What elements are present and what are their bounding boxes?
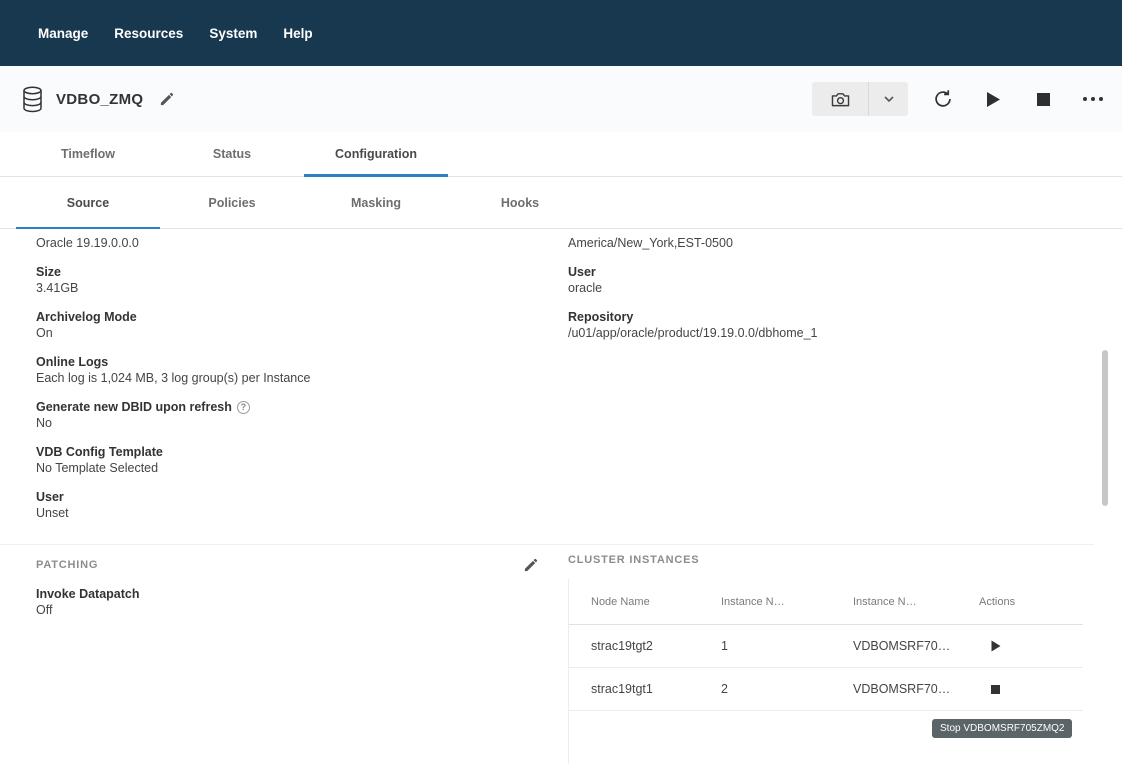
cell-node-name: strac19tgt2 [591, 639, 721, 653]
stop-icon[interactable] [1028, 84, 1058, 114]
title-group: VDBO_ZMQ [20, 84, 177, 114]
tab-policies[interactable]: Policies [160, 177, 304, 228]
stop-instance-tooltip: Stop VDBOMSRF705ZMQ2 [932, 719, 1072, 738]
tab-masking[interactable]: Masking [304, 177, 448, 228]
stop-instance-icon[interactable] [991, 685, 1084, 694]
source-details-right: America/New_York,EST-0500 User oracle Re… [568, 235, 1083, 354]
table-row: strac19tgt2 1 VDBOMSRF70… [569, 625, 1083, 668]
section-divider [0, 544, 1094, 545]
cell-node-name: strac19tgt1 [591, 682, 721, 696]
patching-section: PATCHING Invoke Datapatch Off [36, 554, 541, 631]
cluster-instances-title: CLUSTER INSTANCES [568, 554, 699, 566]
nav-item-manage[interactable]: Manage [38, 26, 88, 41]
tab-source[interactable]: Source [16, 177, 160, 228]
start-icon[interactable] [978, 84, 1008, 114]
database-version-value: Oracle 19.19.0.0.0 [36, 235, 541, 251]
snapshot-split-button[interactable] [812, 82, 908, 116]
col-header-actions: Actions [979, 596, 1084, 608]
field-user-left: User Unset [36, 489, 541, 521]
nav-item-system[interactable]: System [209, 26, 257, 41]
primary-tabs: Timeflow Status Configuration [0, 132, 1122, 177]
edit-patching-icon[interactable] [519, 554, 541, 576]
page-title: VDBO_ZMQ [56, 91, 143, 108]
table-row: strac19tgt1 2 VDBOMSRF70… [569, 668, 1083, 711]
chevron-down-icon[interactable] [868, 82, 908, 116]
field-generate-dbid: Generate new DBID upon refresh? No [36, 399, 541, 431]
tab-timeflow[interactable]: Timeflow [16, 132, 160, 176]
start-instance-icon[interactable] [991, 640, 1084, 652]
scrollbar-thumb[interactable] [1102, 350, 1108, 506]
nav-item-resources[interactable]: Resources [114, 26, 183, 41]
cell-instance-number: 2 [721, 682, 853, 696]
field-repository: Repository /u01/app/oracle/product/19.19… [568, 309, 1083, 341]
camera-icon[interactable] [812, 82, 868, 116]
cell-instance-number: 1 [721, 639, 853, 653]
col-header-instance-name: Instance N… [853, 596, 979, 608]
col-header-node-name: Node Name [591, 596, 721, 608]
edit-title-icon[interactable] [155, 84, 177, 114]
patching-section-title: PATCHING [36, 559, 98, 571]
timezone-value: America/New_York,EST-0500 [568, 235, 1083, 251]
refresh-icon[interactable] [928, 84, 958, 114]
field-user-right: User oracle [568, 264, 1083, 296]
cell-instance-name: VDBOMSRF70… [853, 682, 979, 696]
field-archivelog-mode: Archivelog Mode On [36, 309, 541, 341]
col-header-instance-number: Instance N… [721, 596, 853, 608]
field-size: Size 3.41GB [36, 264, 541, 296]
help-icon[interactable]: ? [237, 401, 250, 414]
secondary-tabs: Source Policies Masking Hooks [0, 177, 1122, 229]
cell-instance-name: VDBOMSRF70… [853, 639, 979, 653]
tab-configuration[interactable]: Configuration [304, 132, 448, 176]
field-invoke-datapatch: Invoke Datapatch Off [36, 586, 541, 618]
top-navbar: Manage Resources System Help [0, 0, 1122, 66]
source-details-left: Oracle 19.19.0.0.0 Size 3.41GB Archivelo… [36, 235, 541, 534]
tab-status[interactable]: Status [160, 132, 304, 176]
nav-item-help[interactable]: Help [283, 26, 312, 41]
header-actions [812, 82, 1110, 116]
field-vdb-config-template: VDB Config Template No Template Selected [36, 444, 541, 476]
database-icon [20, 84, 44, 114]
more-actions-icon[interactable] [1078, 84, 1108, 114]
tab-hooks[interactable]: Hooks [448, 177, 592, 228]
source-config-panel: Oracle 19.19.0.0.0 Size 3.41GB Archivelo… [0, 229, 1122, 772]
field-online-logs: Online Logs Each log is 1,024 MB, 3 log … [36, 354, 541, 386]
page-header: VDBO_ZMQ [0, 66, 1122, 132]
table-header-row: Node Name Instance N… Instance N… Action… [569, 579, 1083, 625]
